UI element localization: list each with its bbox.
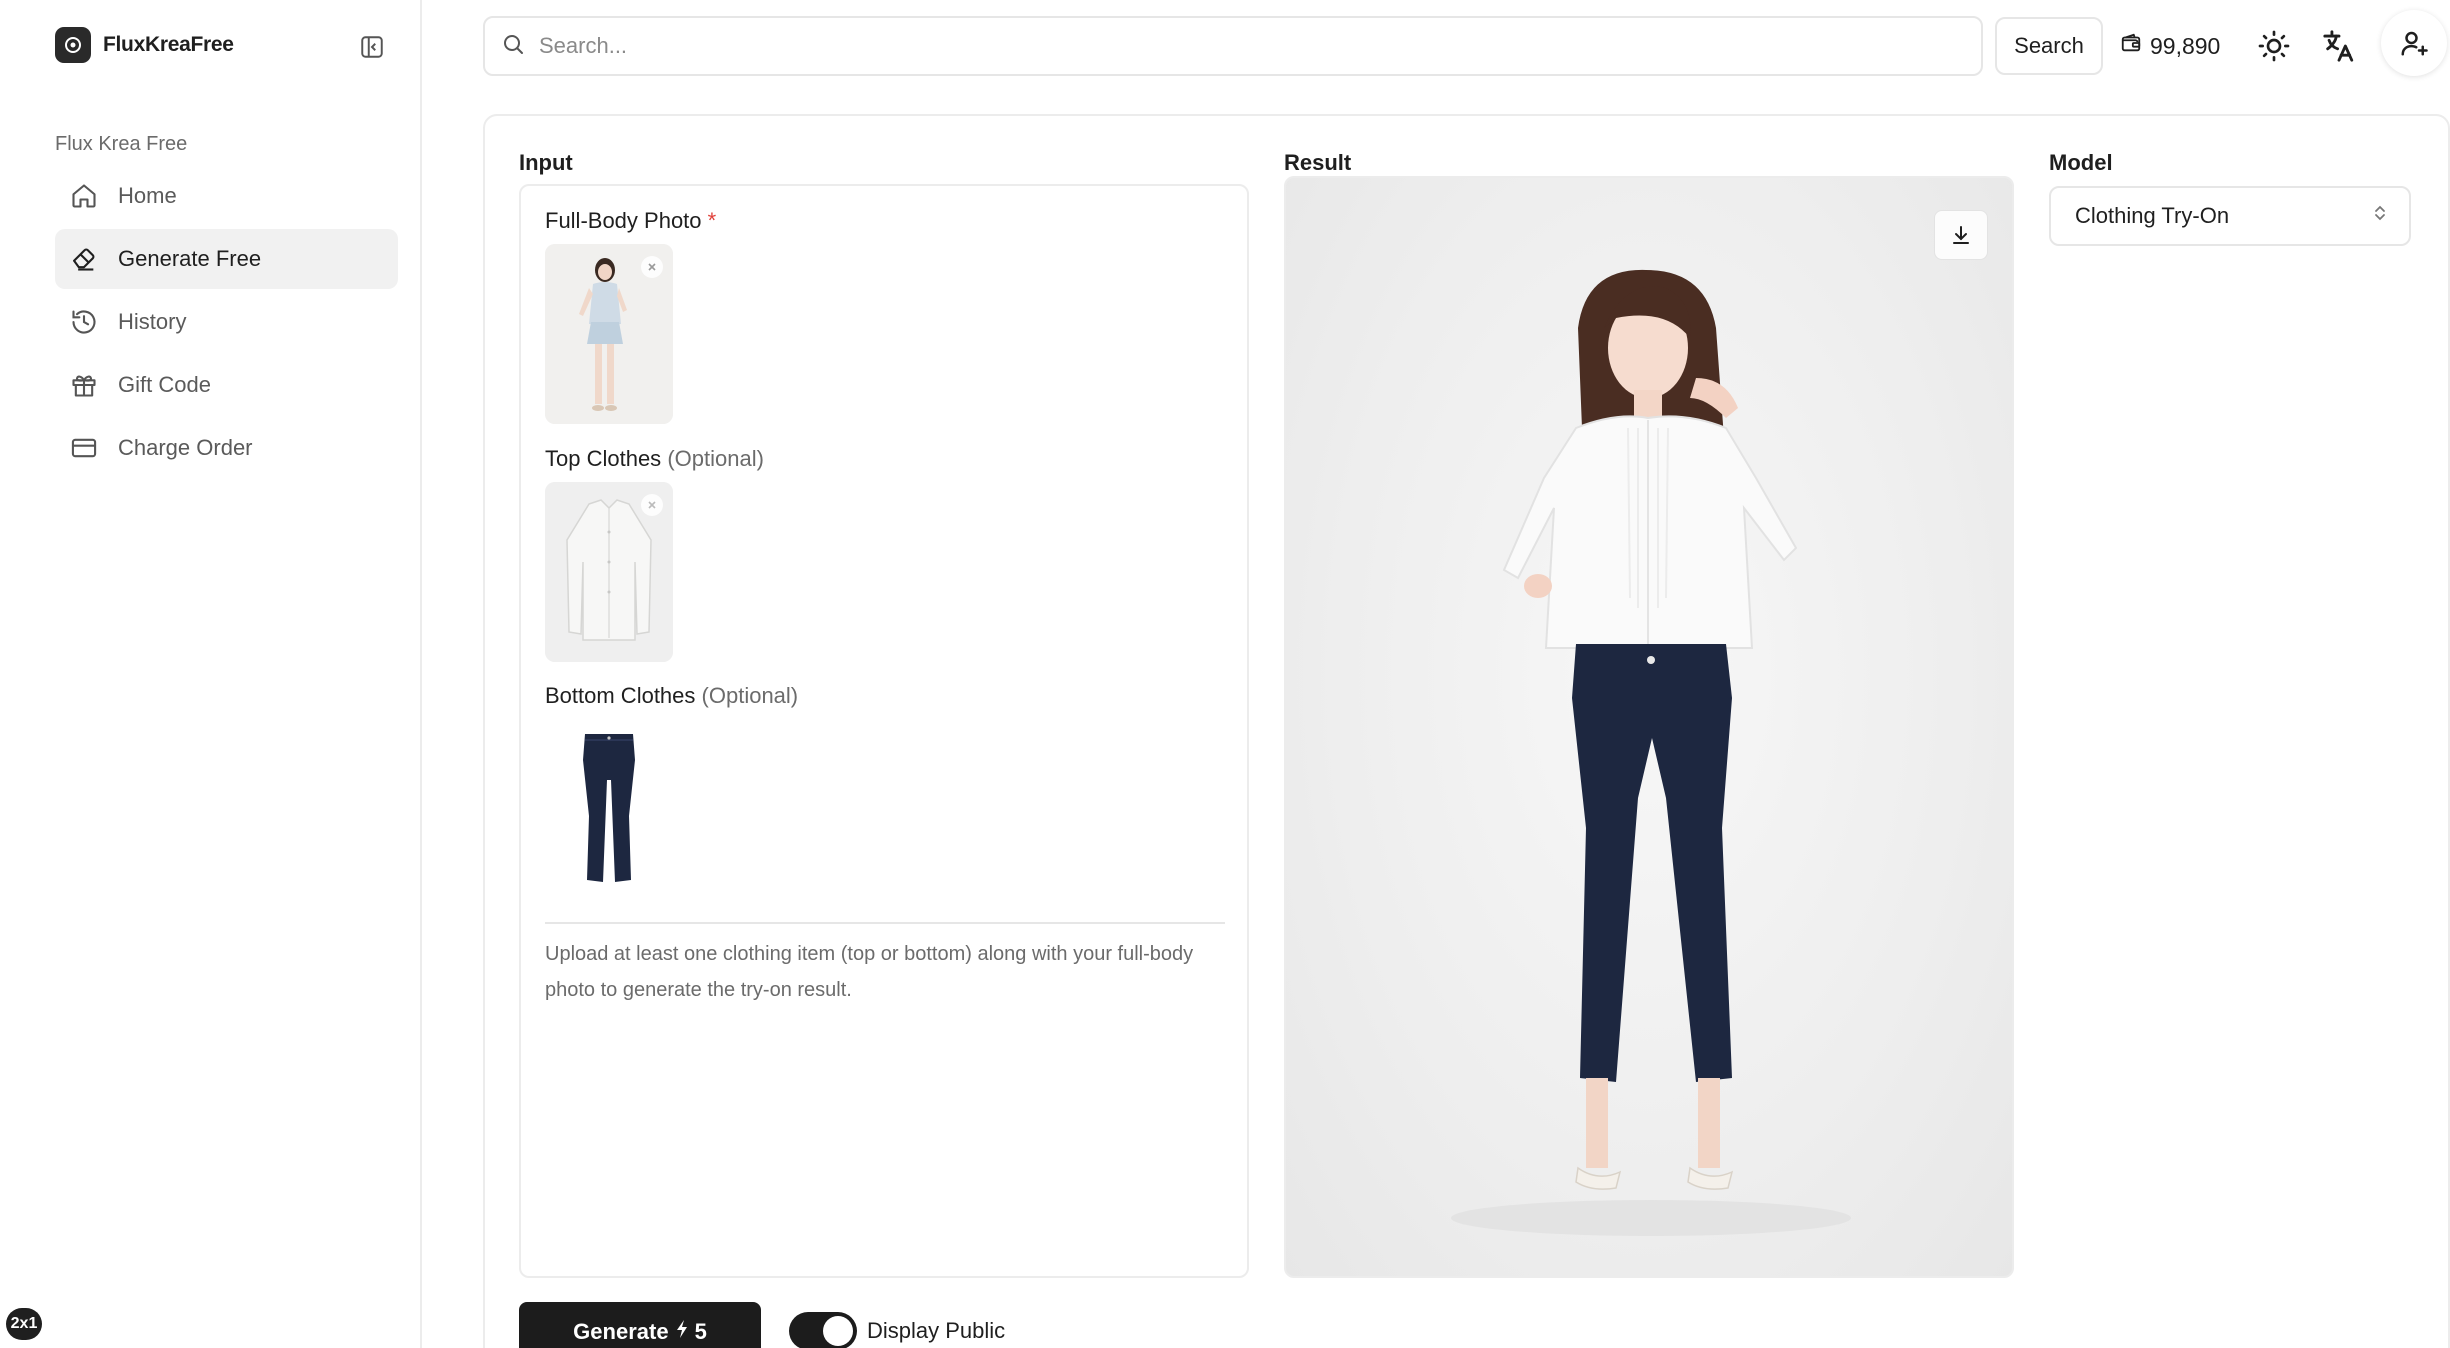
- sidebar: FluxKreaFree Flux Krea Free Home Generat…: [0, 0, 422, 1348]
- select-updown-chevron-icon: [2373, 203, 2387, 229]
- display-public-label: Display Public: [867, 1318, 1006, 1343]
- full-body-photo-thumbnail[interactable]: [545, 244, 673, 424]
- bottom-clothes-label: Bottom Clothes (Optional): [545, 683, 798, 709]
- home-icon: [68, 180, 100, 212]
- bottom-clothes-text: Bottom Clothes: [545, 683, 696, 708]
- bottom-clothes-image: [545, 720, 673, 900]
- input-divider: [545, 922, 1225, 924]
- brand-name: FluxKreaFree: [103, 33, 234, 56]
- bottom-clothes-thumbnail[interactable]: [545, 720, 673, 900]
- brand-logo-icon: [55, 27, 91, 63]
- sidebar-item-label: Home: [118, 183, 177, 208]
- remove-top-clothes-icon[interactable]: [641, 494, 663, 516]
- sidebar-item-home[interactable]: Home: [55, 166, 398, 226]
- sidebar-section-label: Flux Krea Free: [55, 133, 188, 155]
- toggle-knob: [823, 1316, 853, 1346]
- credits-value: 99,890: [2150, 32, 2221, 59]
- result-panel: [1284, 176, 2014, 1278]
- sidebar-item-label: Generate Free: [118, 246, 262, 271]
- sidebar-item-charge-order[interactable]: Charge Order: [55, 418, 398, 478]
- required-mark: *: [707, 208, 717, 233]
- sidebar-item-gift-code[interactable]: Gift Code: [55, 355, 398, 415]
- input-title: Input: [519, 150, 573, 175]
- result-image: [1451, 269, 1851, 1236]
- user-account-icon[interactable]: [2381, 10, 2447, 76]
- sidebar-item-label: History: [118, 309, 187, 334]
- input-panel: Full-Body Photo * Top Clothes (Optional): [519, 184, 1249, 1278]
- top-clothes-label: Top Clothes (Optional): [545, 446, 764, 472]
- display-public-toggle[interactable]: [789, 1312, 857, 1348]
- search-input[interactable]: [539, 33, 1939, 59]
- gift-icon: [68, 369, 100, 401]
- remove-full-body-photo-icon[interactable]: [641, 256, 663, 278]
- result-title: Result: [1284, 150, 1352, 175]
- credit-card-icon: [68, 432, 100, 464]
- upload-hint: Upload at least one clothing item (top o…: [545, 943, 1194, 1001]
- search-button[interactable]: Search: [1995, 17, 2103, 75]
- top-clothes-thumbnail[interactable]: [545, 482, 673, 662]
- sidebar-item-label: Gift Code: [118, 372, 211, 397]
- model-title: Model: [2049, 150, 2113, 175]
- lightning-icon: [675, 1319, 689, 1345]
- credits-balance[interactable]: 99,890: [2120, 26, 2220, 66]
- history-icon: [68, 306, 100, 338]
- eraser-icon: [68, 243, 100, 275]
- sidebar-item-generate-free[interactable]: Generate Free: [55, 229, 398, 289]
- full-body-photo-label: Full-Body Photo *: [545, 208, 716, 234]
- download-icon[interactable]: [1934, 210, 1988, 260]
- theme-toggle-sun-icon[interactable]: [2254, 26, 2294, 66]
- sidebar-collapse-icon[interactable]: [357, 32, 387, 62]
- generate-label: Generate: [573, 1319, 669, 1344]
- generate-cost: 5: [694, 1319, 707, 1344]
- sidebar-item-label: Charge Order: [118, 435, 253, 460]
- wallet-icon: [2120, 32, 2142, 60]
- search-bar[interactable]: [483, 16, 1983, 76]
- sidebar-item-history[interactable]: History: [55, 292, 398, 352]
- full-body-photo-text: Full-Body Photo: [545, 208, 702, 233]
- generate-button[interactable]: Generate 5: [519, 1302, 761, 1348]
- language-translate-icon[interactable]: [2319, 26, 2359, 66]
- optional-tag: (Optional): [667, 446, 764, 471]
- zoom-badge: 2x1: [6, 1308, 42, 1340]
- optional-tag: (Optional): [701, 683, 799, 708]
- top-clothes-text: Top Clothes: [545, 446, 662, 471]
- model-selected-value: Clothing Try-On: [2075, 203, 2230, 228]
- sidebar-nav: Home Generate Free History Gift Code Cha…: [55, 166, 398, 481]
- brand[interactable]: FluxKreaFree: [55, 26, 234, 64]
- search-icon: [501, 32, 525, 61]
- model-select[interactable]: Clothing Try-On: [2049, 186, 2411, 246]
